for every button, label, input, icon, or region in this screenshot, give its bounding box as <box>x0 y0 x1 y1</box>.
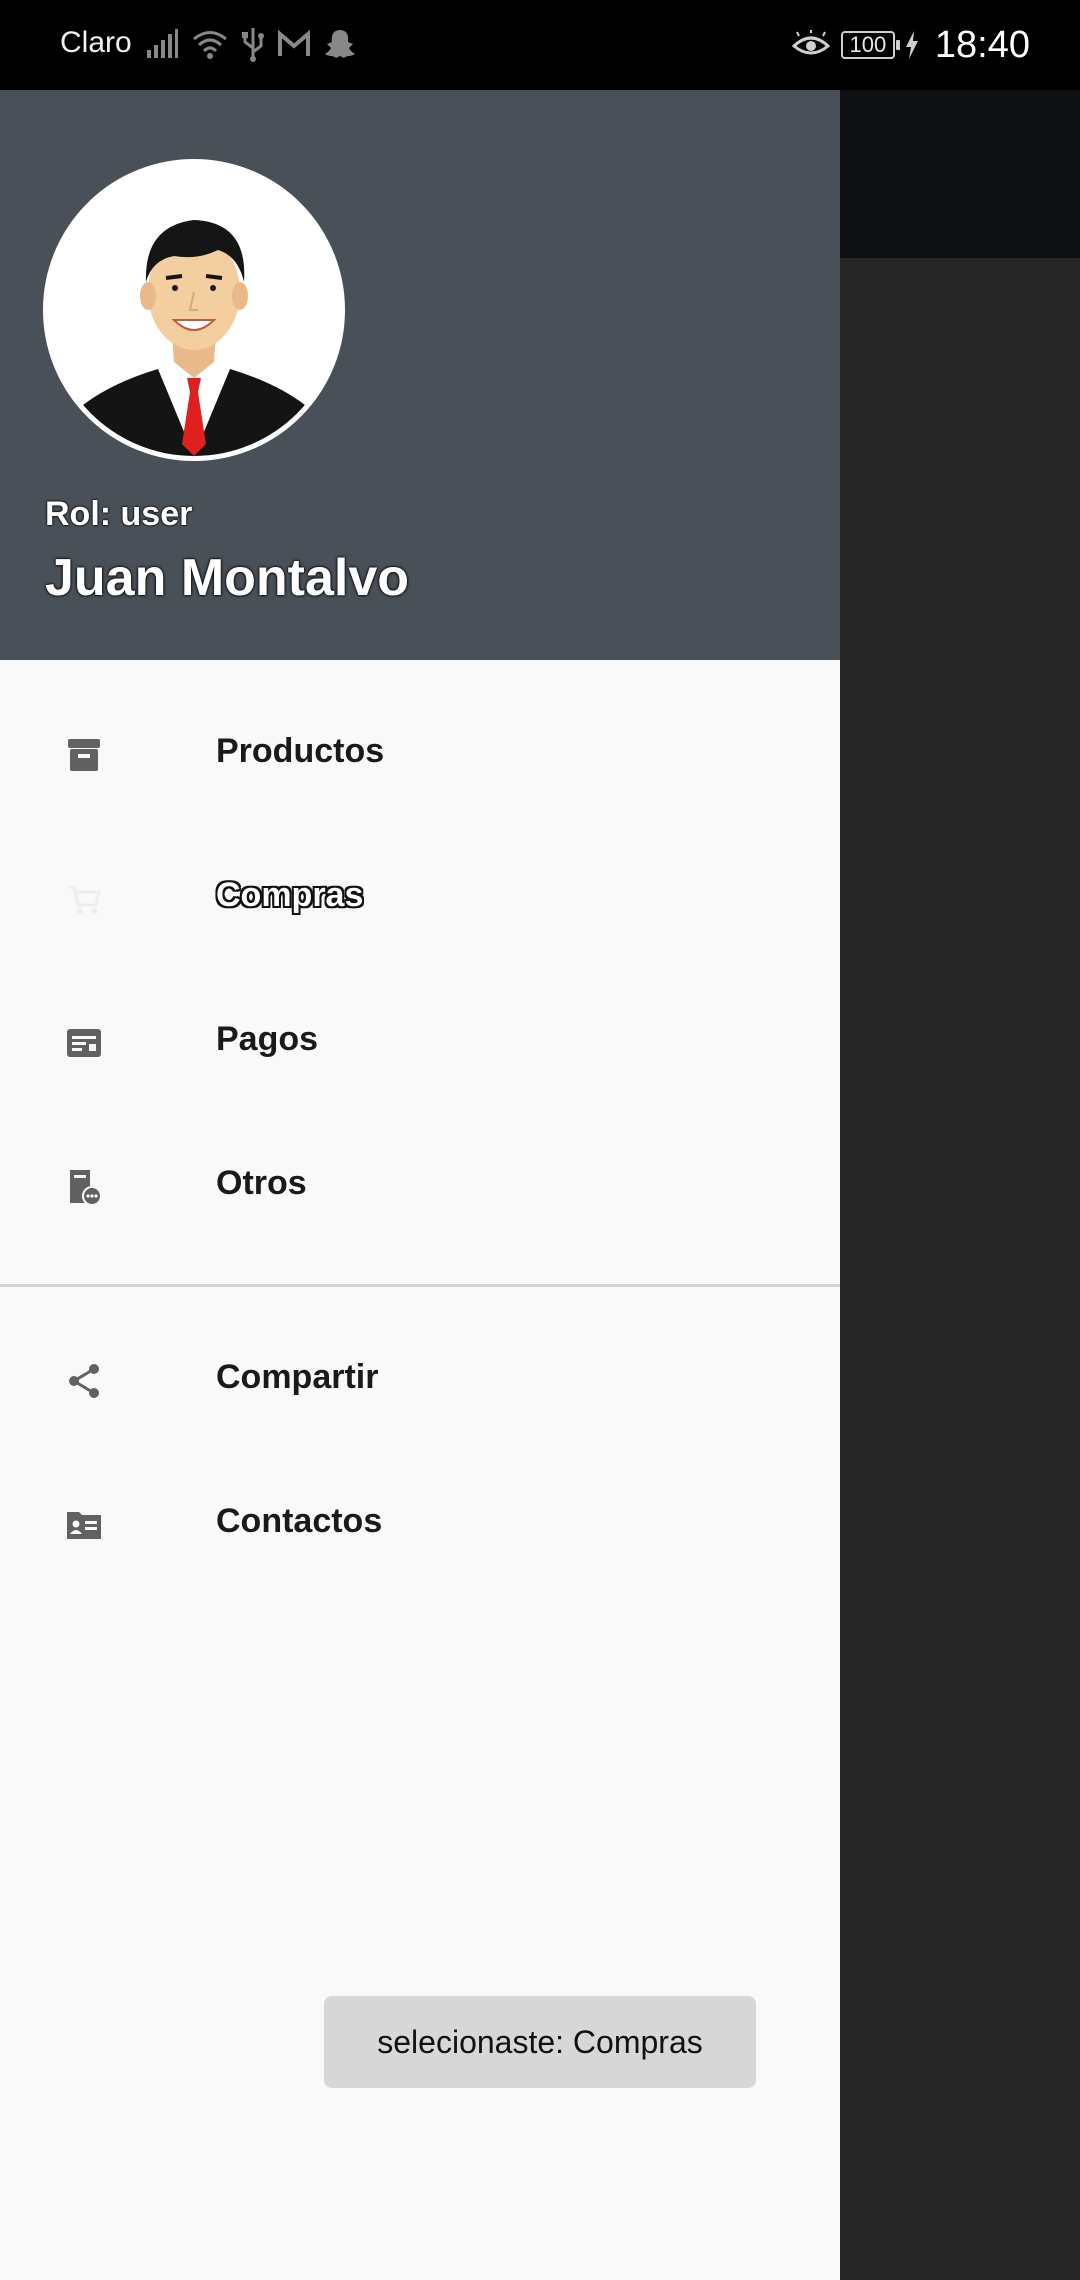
menu-item-label: Compras <box>216 876 364 914</box>
menu-item-label: Compartir <box>216 1358 379 1396</box>
battery-icon: 100 <box>840 31 900 59</box>
clock: 18:40 <box>934 23 1030 66</box>
share-icon <box>69 1364 99 1398</box>
contacts-folder-icon <box>67 1512 101 1539</box>
receipt-icon <box>67 1029 101 1057</box>
carrier-label: Claro <box>60 26 132 59</box>
screen: Claro 100 18:40 Rol: user Juan Montalvo … <box>0 0 1080 2280</box>
gmail-icon <box>278 30 310 56</box>
usb-icon <box>242 28 264 62</box>
drawer-scrim[interactable] <box>840 258 1080 2280</box>
archive-box-icon <box>68 739 100 771</box>
user-avatar-illustration-icon <box>48 164 340 456</box>
eye-comfort-icon <box>791 30 831 55</box>
menu-item-compartir[interactable]: Compartir <box>0 1309 840 1453</box>
menu-item-label: Pagos <box>216 1020 319 1058</box>
signal-icon <box>147 29 178 58</box>
menu-item-label: Productos <box>216 732 385 770</box>
avatar <box>43 159 345 461</box>
menu-item-label: Otros <box>216 1164 307 1202</box>
snapchat-icon <box>325 30 355 58</box>
menu-divider <box>0 1284 840 1287</box>
user-role: Rol: user <box>45 495 193 533</box>
menu-item-otros[interactable]: Otros <box>0 1115 840 1259</box>
battery-level: 100 <box>849 32 887 57</box>
status-bar: Claro 100 18:40 <box>0 0 1080 90</box>
drawer-header: Rol: user Juan Montalvo <box>0 90 840 660</box>
charging-bolt-icon <box>905 31 918 59</box>
document-chat-icon <box>70 1170 102 1206</box>
menu-item-label: Contactos <box>216 1502 383 1540</box>
menu-item-compras[interactable]: Compras <box>0 827 840 971</box>
menu-item-contactos[interactable]: Contactos <box>0 1453 840 1597</box>
navigation-drawer: Rol: user Juan Montalvo Productos Compra… <box>0 90 840 2280</box>
status-icons-right: 100 18:40 <box>791 22 1030 68</box>
shopping-cart-icon <box>68 885 101 914</box>
status-icons-left <box>145 24 357 64</box>
menu-item-pagos[interactable]: Pagos <box>0 971 840 1115</box>
wifi-icon <box>193 31 227 59</box>
toast-message: selecionaste: Compras <box>324 1996 756 2088</box>
user-name: Juan Montalvo <box>45 549 410 607</box>
background-app-toolbar <box>840 90 1080 258</box>
menu-item-productos[interactable]: Productos <box>0 683 840 827</box>
